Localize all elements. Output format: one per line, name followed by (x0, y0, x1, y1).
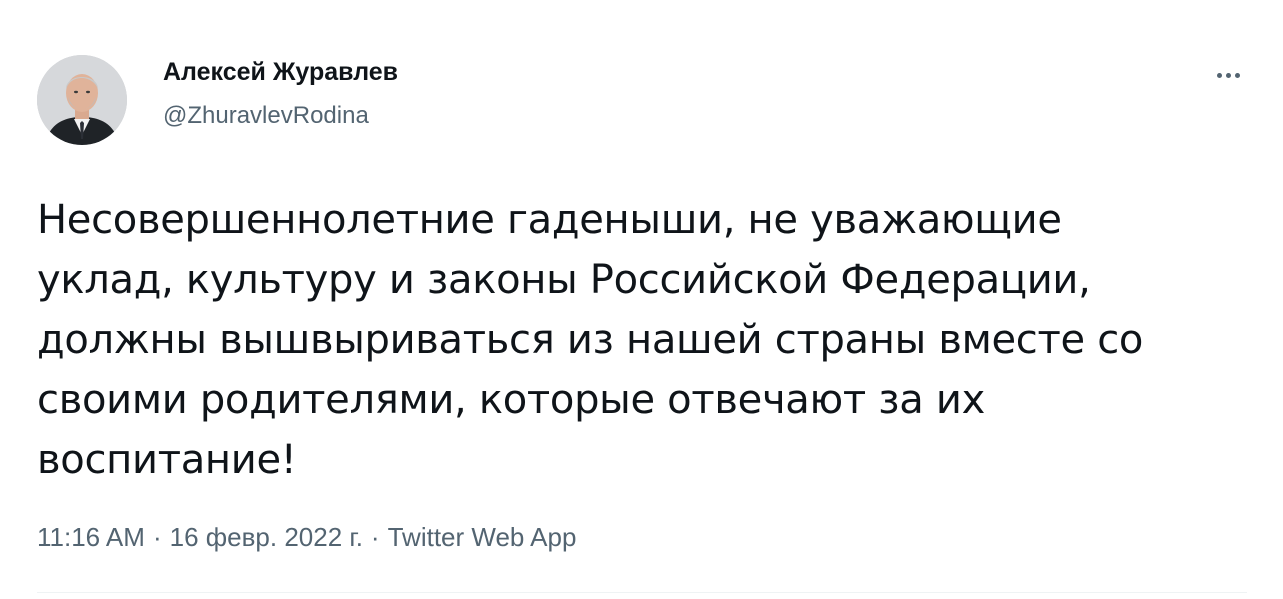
tweet-text-line: уклад, культуру и законы Российской Феде… (37, 257, 1091, 303)
tweet-text-line: воспитание! (37, 437, 297, 483)
author-name[interactable]: Алексей Журавлев (163, 58, 398, 87)
tweet-text-line: своими родителями, которые отвечают за и… (37, 377, 985, 423)
more-options-icon-dot (1225, 72, 1231, 78)
avatar[interactable] (37, 55, 127, 145)
author-handle[interactable]: @ZhuravlevRodina (163, 102, 369, 130)
meta-separator: · (370, 522, 380, 552)
tweet-time[interactable]: 11:16 AM (37, 522, 145, 552)
meta-separator: · (152, 522, 162, 552)
more-options-button[interactable] (1208, 60, 1248, 90)
tweet-text-line: должны вышвыриваться из нашей страны вме… (37, 317, 1144, 363)
more-options-icon (1216, 72, 1222, 78)
tweet-text: Несовершеннолетние гаденыши, не уважающи… (37, 190, 1257, 490)
tweet-text-line: Несовершеннолетние гаденыши, не уважающи… (37, 197, 1062, 243)
tweet-date[interactable]: 16 февр. 2022 г. (170, 522, 363, 552)
user-avatar-icon (37, 55, 127, 145)
tweet-card: Алексей Журавлев @ZhuravlevRodina Несове… (0, 0, 1283, 599)
more-options-icon-dot (1234, 72, 1240, 78)
tweet-source-link[interactable]: Twitter Web App (388, 522, 577, 552)
divider (37, 592, 1247, 593)
tweet-meta: 11:16 AM · 16 февр. 2022 г. · Twitter Web Ap… (37, 522, 576, 553)
